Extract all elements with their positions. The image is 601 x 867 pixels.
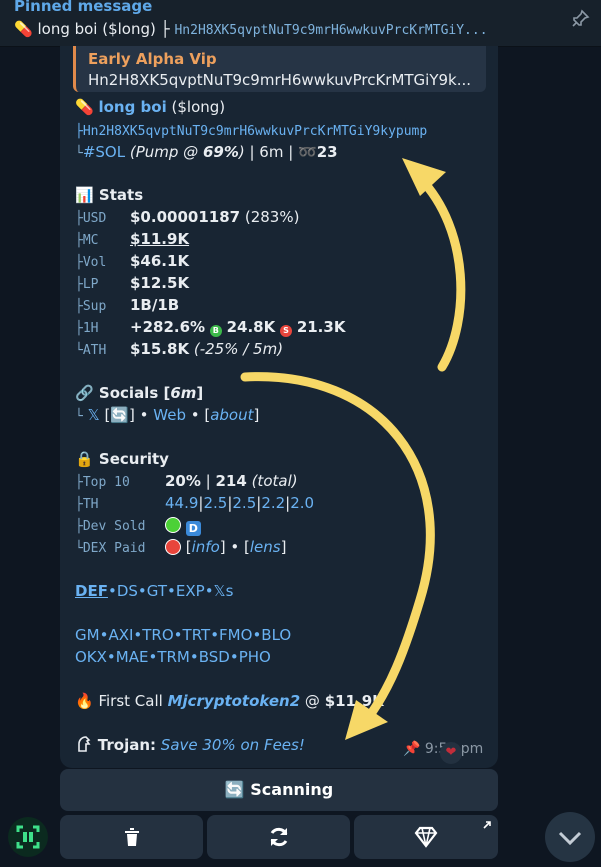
refresh-button[interactable] xyxy=(207,815,350,859)
scroll-down-button[interactable] xyxy=(545,812,595,862)
annotation-arrows xyxy=(240,158,466,740)
arrow-up-head xyxy=(402,158,446,196)
arrow-up xyxy=(415,173,466,372)
arrow-down xyxy=(240,372,435,727)
scan-logo-icon xyxy=(16,825,40,849)
diamond-icon xyxy=(414,826,438,848)
refresh-scan-icon: 🔄 xyxy=(224,780,245,799)
scanning-label: Scanning xyxy=(250,780,334,799)
delete-button[interactable] xyxy=(60,815,203,859)
external-link-arrow-icon xyxy=(483,821,491,829)
bot-avatar[interactable] xyxy=(8,817,48,857)
diamond-link-button[interactable] xyxy=(354,815,498,859)
chevron-down-icon xyxy=(558,831,582,846)
scanning-button[interactable]: 🔄 Scanning xyxy=(60,769,498,811)
trash-icon xyxy=(124,828,139,846)
refresh-icon xyxy=(270,827,287,847)
